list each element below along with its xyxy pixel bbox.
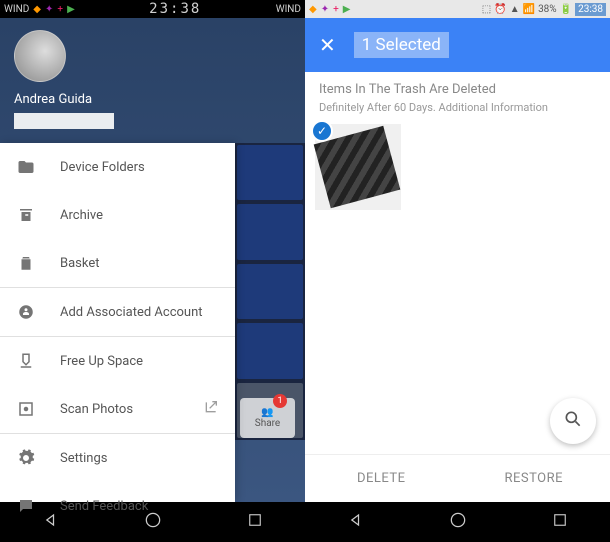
user-name: Andrea Guida: [14, 92, 291, 107]
trash-item[interactable]: ✓: [315, 124, 401, 210]
scan-icon: [16, 399, 36, 419]
folder-icon: [16, 157, 36, 177]
close-icon[interactable]: ✕: [319, 33, 336, 57]
magnify-icon: [563, 409, 583, 433]
drawer-label: Scan Photos: [60, 402, 133, 417]
drawer-item-device-folders[interactable]: Device Folders: [0, 143, 235, 191]
nav-home-icon[interactable]: [448, 510, 468, 534]
drawer-label: Basket: [60, 256, 100, 271]
share-badge: 1: [273, 394, 287, 408]
nav-recent-icon[interactable]: [551, 511, 569, 533]
gear-icon: [16, 448, 36, 468]
notification-icon: ▶: [343, 4, 351, 15]
notification-icon: +: [57, 4, 63, 15]
trash-grid: ✓: [305, 124, 610, 210]
delete-button[interactable]: DELETE: [305, 455, 458, 502]
drawer-item-free-space[interactable]: Free Up Space: [0, 337, 235, 385]
signal-icon: 📶: [523, 4, 535, 15]
selection-toolbar: ✕ 1 Selected: [305, 18, 610, 72]
status-bar-right: ◆ ✦ + ▶ ⬚ ⏰ ▲ 📶 38% 🔋 23:38: [305, 0, 610, 18]
notification-icon: ▶: [67, 4, 75, 15]
bottom-action-bar: DELETE RESTORE: [305, 454, 610, 502]
nav-recent-icon[interactable]: [246, 511, 264, 533]
photo-grid-background: 1 👥 Share: [235, 143, 305, 440]
share-label: Share: [255, 418, 280, 429]
drawer-label: Archive: [60, 208, 103, 223]
trash-info-subtitle: Definitely After 60 Days. Additional Inf…: [305, 101, 610, 124]
battery-label: 38%: [538, 4, 557, 15]
feedback-icon: [16, 496, 36, 516]
share-icon: 👥: [261, 407, 273, 418]
clock: 23:38: [575, 3, 606, 16]
drawer-item-feedback[interactable]: Send Feedback: [0, 482, 235, 530]
account-icon: [16, 302, 36, 322]
notification-icon: ◆: [33, 4, 41, 15]
selected-check-icon: ✓: [311, 120, 333, 142]
alarm-icon: ⏰: [494, 4, 506, 15]
archive-icon: [16, 205, 36, 225]
selection-count: 1 Selected: [354, 32, 449, 58]
drawer-label: Free Up Space: [60, 354, 143, 369]
carrier-label: WIND: [4, 4, 29, 15]
free-space-icon: [16, 351, 36, 371]
drawer-item-add-account[interactable]: Add Associated Account: [0, 288, 235, 336]
drawer-label: Add Associated Account: [60, 305, 203, 320]
navigation-drawer: Device Folders Archive Basket Add Associ: [0, 143, 235, 502]
notification-icon: ◆: [309, 4, 317, 15]
user-email-bar[interactable]: [14, 113, 114, 129]
drawer-item-basket[interactable]: Basket: [0, 239, 235, 287]
share-tab[interactable]: 1 👥 Share: [240, 398, 295, 438]
notification-icon: ✦: [321, 4, 329, 15]
status-bar-left: WIND ◆ ✦ + ▶ 23:38 WIND: [0, 0, 305, 18]
notification-icon: +: [333, 4, 339, 15]
trash-icon: [16, 253, 36, 273]
trash-info-title: Items In The Trash Are Deleted: [305, 72, 610, 101]
drawer-label: Send Feedback: [60, 499, 148, 514]
drawer-header: Andrea Guida: [0, 18, 305, 143]
drawer-item-settings[interactable]: Settings: [0, 434, 235, 482]
nfc-icon: ⬚: [482, 4, 491, 15]
clock: 23:38: [75, 1, 276, 17]
wifi-icon: ▲: [510, 4, 520, 15]
drawer-label: Settings: [60, 451, 107, 466]
external-link-icon: [203, 399, 219, 419]
notification-icon: ✦: [45, 4, 53, 15]
drawer-item-scan-photos[interactable]: Scan Photos: [0, 385, 235, 433]
battery-icon: 🔋: [560, 4, 572, 15]
drawer-item-archive[interactable]: Archive: [0, 191, 235, 239]
carrier-right: WIND: [276, 4, 301, 15]
system-nav-bar: [305, 502, 610, 542]
restore-button[interactable]: RESTORE: [458, 455, 610, 502]
drawer-label: Device Folders: [60, 160, 145, 175]
avatar[interactable]: [14, 30, 66, 82]
zoom-fab[interactable]: [550, 398, 596, 444]
nav-back-icon[interactable]: [346, 510, 366, 534]
